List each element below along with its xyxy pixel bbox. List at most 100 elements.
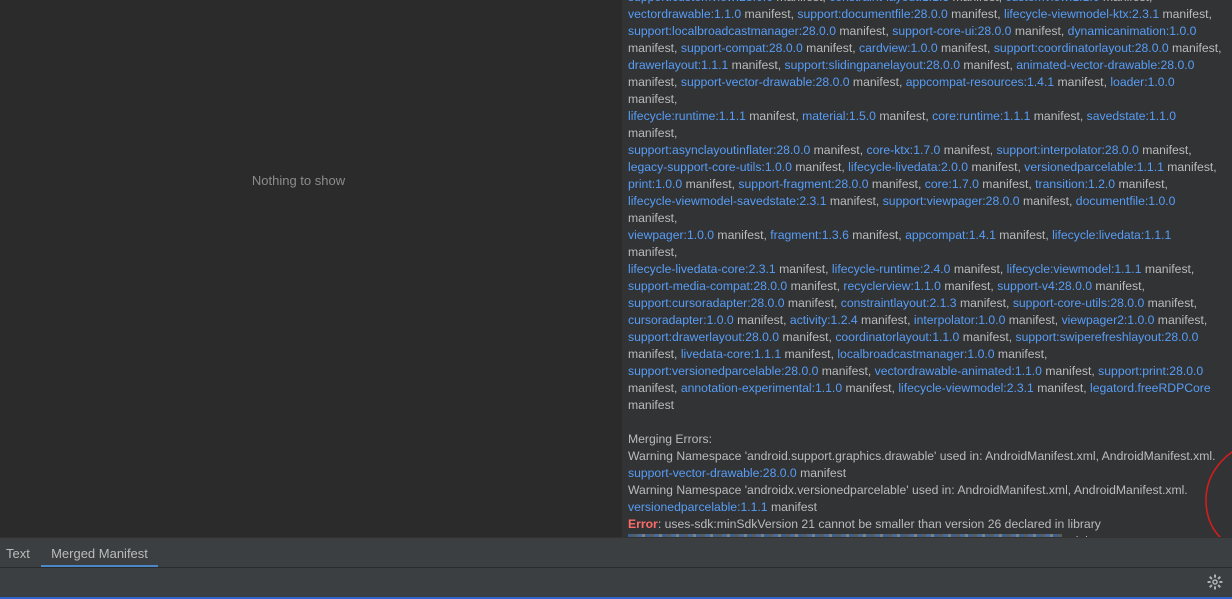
library-link[interactable]: core:1.7.0 <box>925 177 979 191</box>
manifest-text-segment: manifest, <box>628 126 678 140</box>
library-link[interactable]: annotation-experimental:1.1.0 <box>681 381 842 395</box>
pane-splitter[interactable] <box>597 0 622 537</box>
manifest-text-segment: manifest, <box>628 92 678 106</box>
manifest-line: viewpager:1.0.0 manifest, fragment:1.3.6… <box>628 227 1222 261</box>
manifest-text-segment: manifest, <box>857 313 914 327</box>
manifest-sources-panel[interactable]: support:customview:28.0.0 manifest, cons… <box>622 0 1232 537</box>
library-link[interactable]: versionedparcelable:1.1.1 <box>628 500 768 514</box>
manifest-text-segment: manifest, <box>968 160 1025 174</box>
library-link[interactable]: support:documentfile:28.0.0 <box>797 7 947 21</box>
manifest-line: support:asynclayoutinflater:28.0.0 manif… <box>628 142 1222 159</box>
library-link[interactable]: lifecycle-livedata-core:2.3.1 <box>628 262 776 276</box>
library-link[interactable]: constraintlayout:2.1.3 <box>841 296 957 310</box>
library-link[interactable]: support-vector-drawable:28.0.0 <box>628 466 797 480</box>
manifest-line: manifest, support-compat:28.0.0 manifest… <box>628 40 1222 57</box>
library-link[interactable]: drawerlayout:1.1.1 <box>628 58 728 72</box>
manifest-text-segment: manifest, <box>714 228 771 242</box>
library-link[interactable]: lifecycle-runtime:2.4.0 <box>832 262 951 276</box>
manifest-text-segment: manifest, <box>950 262 1007 276</box>
library-link[interactable]: support-media-compat:28.0.0 <box>628 279 787 293</box>
library-link[interactable]: support-vector-drawable:28.0.0 <box>681 75 850 89</box>
library-link[interactable]: viewpager2:1.0.0 <box>1062 313 1155 327</box>
manifest-line: support-vector-drawable:28.0.0 manifest <box>628 465 1222 482</box>
library-link[interactable]: documentfile:1.0.0 <box>1076 194 1176 208</box>
library-link[interactable]: legatord.freeRDPCore <box>1090 381 1211 395</box>
library-link[interactable]: support-v4:28.0.0 <box>997 279 1092 293</box>
library-link[interactable]: lifecycle-livedata:2.0.0 <box>848 160 968 174</box>
manifest-line: lifecycle:runtime:1.1.1 manifest, materi… <box>628 108 1222 142</box>
library-link[interactable]: lifecycle:livedata:1.1.1 <box>1052 228 1171 242</box>
manifest-text-segment: manifest <box>796 466 847 480</box>
library-link[interactable]: fragment:1.3.6 <box>770 228 849 242</box>
library-link[interactable]: legacy-support-core-utils:1.0.0 <box>628 160 792 174</box>
library-link[interactable]: support:print:28.0.0 <box>1098 364 1203 378</box>
library-link[interactable]: appcompat:1.4.1 <box>905 228 996 242</box>
library-link[interactable]: support:asynclayoutinflater:28.0.0 <box>628 143 810 157</box>
library-link[interactable]: livedata-core:1.1.1 <box>681 347 781 361</box>
manifest-text-segment: manifest, <box>741 7 798 21</box>
library-link[interactable]: material:1.5.0 <box>802 109 876 123</box>
library-link[interactable]: support-core-utils:28.0.0 <box>1013 296 1144 310</box>
library-link[interactable]: lifecycle-viewmodel:2.3.1 <box>898 381 1033 395</box>
manifest-text-segment: manifest, <box>940 143 997 157</box>
library-link[interactable]: support:drawerlayout:28.0.0 <box>628 330 779 344</box>
manifest-text-segment: manifest, <box>781 347 838 361</box>
library-link[interactable]: vectordrawable:1.1.0 <box>628 7 741 21</box>
manifest-text-segment: manifest, <box>728 58 785 72</box>
manifest-line: manifest, livedata-core:1.1.1 manifest, … <box>628 346 1222 363</box>
manifest-line: Warning Namespace 'androidx.versionedpar… <box>628 482 1222 499</box>
manifest-text-segment: Warning Namespace 'androidx.versionedpar… <box>628 483 1188 497</box>
library-link[interactable]: versionedparcelable:1.1.1 <box>1024 160 1164 174</box>
library-link[interactable]: activity:1.2.4 <box>790 313 858 327</box>
manifest-text-segment: manifest, <box>1019 194 1076 208</box>
library-link[interactable]: support-fragment:28.0.0 <box>738 177 868 191</box>
library-link[interactable]: support:coordinatorlayout:28.0.0 <box>994 41 1169 55</box>
manifest-line: support:localbroadcastmanager:28.0.0 man… <box>628 23 1222 40</box>
library-link[interactable]: lifecycle:viewmodel:1.1.1 <box>1007 262 1142 276</box>
library-link[interactable]: support:slidingpanelayout:28.0.0 <box>785 58 961 72</box>
library-link[interactable]: savedstate:1.1.0 <box>1087 109 1176 123</box>
library-link[interactable]: core:runtime:1.1.1 <box>932 109 1030 123</box>
library-link[interactable]: print:1.0.0 <box>628 177 682 191</box>
library-link[interactable]: interpolator:1.0.0 <box>914 313 1005 327</box>
library-link[interactable]: lifecycle:runtime:1.1.1 <box>628 109 746 123</box>
library-link[interactable]: support:versionedparcelable:28.0.0 <box>628 364 818 378</box>
library-link[interactable]: loader:1.0.0 <box>1110 75 1174 89</box>
library-link[interactable]: support:interpolator:28.0.0 <box>997 143 1139 157</box>
library-link[interactable]: vectordrawable-animated:1.1.0 <box>875 364 1042 378</box>
gear-icon[interactable] <box>1207 574 1223 590</box>
library-link[interactable]: cursoradapter:1.0.0 <box>628 313 734 327</box>
manifest-text-segment: manifest, <box>995 228 1053 242</box>
library-link[interactable]: lifecycle-viewmodel-savedstate:2.3.1 <box>628 194 826 208</box>
manifest-text: support:customview:28.0.0 manifest, cons… <box>628 0 1222 537</box>
library-link[interactable]: support:viewpager:28.0.0 <box>883 194 1020 208</box>
library-link[interactable]: support:customview:28.0.0 <box>628 0 773 4</box>
library-link[interactable]: dynamicanimation:1.0.0 <box>1068 24 1197 38</box>
manifest-text-segment: manifest, <box>1011 24 1068 38</box>
tab-text[interactable]: Text <box>6 538 36 568</box>
library-link[interactable]: appcompat-resources:1.4.1 <box>906 75 1054 89</box>
library-link[interactable]: constraint-layout:1.1.3 <box>829 0 949 4</box>
library-link[interactable]: localbroadcastmanager:1.0.0 <box>837 347 994 361</box>
manifest-text-segment: manifest, <box>1005 313 1062 327</box>
manifest-text-segment: manifest, <box>818 364 875 378</box>
manifest-text-segment: manifest, <box>1163 160 1217 174</box>
manifest-line: lifecycle-livedata-core:2.3.1 manifest, … <box>628 261 1222 278</box>
manifest-text-segment: manifest, <box>787 279 844 293</box>
library-link[interactable]: support:swiperefreshlayout:28.0.0 <box>1016 330 1199 344</box>
library-link[interactable]: viewpager:1.0.0 <box>628 228 714 242</box>
library-link[interactable]: support-core-ui:28.0.0 <box>892 24 1011 38</box>
library-link[interactable]: transition:1.2.0 <box>1035 177 1115 191</box>
library-link[interactable]: recyclerview:1.1.0 <box>843 279 941 293</box>
library-link[interactable]: core-ktx:1.7.0 <box>866 143 940 157</box>
library-link[interactable]: lifecycle-viewmodel-ktx:2.3.1 <box>1004 7 1159 21</box>
library-link[interactable]: support:cursoradapter:28.0.0 <box>628 296 785 310</box>
tab-merged-manifest[interactable]: Merged Manifest <box>41 538 158 568</box>
library-link[interactable]: cardview:1.0.0 <box>859 41 938 55</box>
library-link[interactable]: customview:1.1.0 <box>1005 0 1099 4</box>
manifest-line: manifest, support-vector-drawable:28.0.0… <box>628 74 1222 108</box>
library-link[interactable]: support-compat:28.0.0 <box>681 41 803 55</box>
library-link[interactable]: animated-vector-drawable:28.0.0 <box>1016 58 1194 72</box>
library-link[interactable]: coordinatorlayout:1.1.0 <box>835 330 959 344</box>
library-link[interactable]: support:localbroadcastmanager:28.0.0 <box>628 24 836 38</box>
